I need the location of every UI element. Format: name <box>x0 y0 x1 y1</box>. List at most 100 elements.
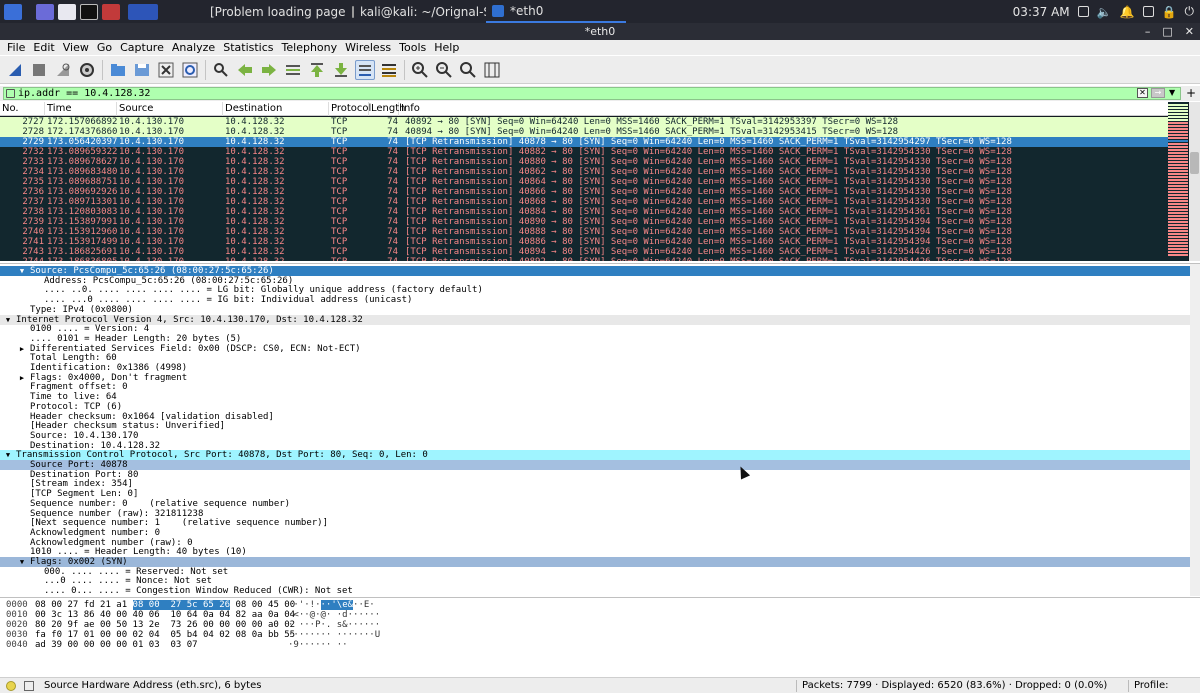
column-source[interactable]: Source <box>117 102 223 116</box>
detail-row[interactable]: 0100 .... = Version: 4 <box>0 324 1190 334</box>
hex-ascii[interactable]: ·9······ ·· <box>288 640 348 650</box>
clear-filter-button[interactable]: ✕ <box>1137 88 1148 98</box>
packet-row[interactable]: 2732 173.089659322 10.4.130.170 10.4.128.32… <box>0 147 1168 157</box>
task-firefox[interactable]: [Problem loading page - ... <box>198 0 346 23</box>
packet-row[interactable]: 2735 173.089688751 10.4.130.170 10.4.128.32… <box>0 177 1168 187</box>
menu-statistics[interactable]: Statistics <box>219 41 277 54</box>
hex-bytes[interactable]: 00 3c 13 86 40 00 40 06 10 64 0a 04 82 a… <box>35 610 295 620</box>
hex-bytes[interactable]: 08 00 27 fd 21 a1 08 00 27 5c 65 26 08 0… <box>35 600 295 610</box>
packet-row[interactable]: 2737 173.089713301 10.4.130.170 10.4.128.32… <box>0 197 1168 207</box>
task-wireshark[interactable]: *eth0 <box>486 0 626 23</box>
detail-row[interactable]: Source Port: 40878 <box>0 460 1190 470</box>
detail-row[interactable]: Fragment offset: 0 <box>0 382 1190 392</box>
packet-minimap[interactable] <box>1168 102 1188 261</box>
detail-row[interactable]: Destination: 10.4.128.32 <box>0 441 1190 451</box>
colorize-icon[interactable] <box>379 60 399 80</box>
capture-comment-icon[interactable] <box>24 681 34 691</box>
hex-bytes[interactable]: ad 39 00 00 00 00 01 03 03 07 <box>35 640 198 650</box>
menu-file[interactable]: File <box>3 41 29 54</box>
lock-icon[interactable]: 🔒 <box>1162 5 1177 19</box>
maximize-button[interactable]: □ <box>1162 23 1172 40</box>
detail-row[interactable]: Acknowledgment number: 0 <box>0 528 1190 538</box>
detail-row[interactable]: Sequence number: 0 (relative sequence nu… <box>0 499 1190 509</box>
detail-row[interactable]: Protocol: TCP (6) <box>0 402 1190 412</box>
column-protocol[interactable]: Protocol <box>329 102 371 116</box>
clock[interactable]: 03:37 AM <box>1013 5 1070 19</box>
resize-columns-icon[interactable] <box>482 60 502 80</box>
app-launcher-icon[interactable] <box>102 3 120 20</box>
close-button[interactable]: ✕ <box>1185 23 1194 40</box>
minimize-button[interactable]: – <box>1145 23 1151 40</box>
packet-row[interactable]: 2727 172.157066892 10.4.130.170 10.4.128.32… <box>0 117 1168 127</box>
status-profile[interactable]: Profile: Default <box>1134 678 1200 693</box>
detail-row[interactable]: [Next sequence number: 1 (relative seque… <box>0 518 1190 528</box>
expand-down-icon[interactable]: ▼ <box>18 557 26 567</box>
packet-row[interactable]: 2736 173.089692926 10.4.130.170 10.4.128.32… <box>0 187 1168 197</box>
packet-row[interactable]: 2743 173.186825691 10.4.130.170 10.4.128.32… <box>0 247 1168 257</box>
detail-row[interactable]: ▼ Transmission Control Protocol, Src Port… <box>0 450 1190 461</box>
reload-file-icon[interactable] <box>180 60 200 80</box>
terminal-launcher-icon[interactable] <box>80 3 98 20</box>
find-packet-icon[interactable] <box>211 60 231 80</box>
close-file-icon[interactable] <box>156 60 176 80</box>
detail-row[interactable]: Identification: 0x1386 (4998) <box>0 363 1190 373</box>
hex-bytes[interactable]: fa f0 17 01 00 00 02 04 05 b4 04 02 08 0… <box>35 630 295 640</box>
menu-capture[interactable]: Capture <box>116 41 168 54</box>
packet-row[interactable]: 2733 173.089678627 10.4.130.170 10.4.128.32… <box>0 157 1168 167</box>
packet-details[interactable]: ▼ Source: PcsCompu_5c:65:26 (08:00:27:5c:… <box>0 263 1200 596</box>
apply-filter-button[interactable]: → <box>1151 88 1165 98</box>
expand-down-icon[interactable]: ▼ <box>4 315 12 325</box>
column-no[interactable]: No. <box>0 102 45 116</box>
packet-row[interactable]: 2740 173.153912960 10.4.130.170 10.4.128.32… <box>0 227 1168 237</box>
packet-row[interactable]: 2729 173.056420397 10.4.130.170 10.4.128.32… <box>0 137 1168 147</box>
task-terminal[interactable]: kali@kali: ~/Orignal-Slo... <box>346 0 486 23</box>
menu-tools[interactable]: Tools <box>395 41 430 54</box>
go-back-icon[interactable] <box>235 60 255 80</box>
display-icon[interactable] <box>1077 6 1089 17</box>
menu-view[interactable]: View <box>59 41 93 54</box>
autoscroll-icon[interactable] <box>355 59 375 80</box>
expand-down-icon[interactable]: ▼ <box>4 450 12 460</box>
bookmark-icon[interactable] <box>6 89 15 98</box>
detail-row[interactable]: Acknowledgment number (raw): 0 <box>0 538 1190 548</box>
packet-list-scrollbar[interactable] <box>1189 102 1200 261</box>
wireshark-launcher-icon[interactable] <box>128 3 158 20</box>
detail-row[interactable]: Header checksum: 0x1064 [validation disa… <box>0 412 1190 422</box>
detail-row[interactable]: ...0 .... .... = Nonce: Not set <box>0 576 1190 586</box>
window-titlebar[interactable]: *eth0 – □ ✕ <box>0 23 1200 40</box>
restart-capture-icon[interactable] <box>53 60 73 80</box>
detail-row[interactable]: .... ...0 .... .... .... .... = IG bit: … <box>0 295 1190 305</box>
expand-right-icon[interactable]: ▶ <box>18 344 26 354</box>
menu-analyze[interactable]: Analyze <box>168 41 219 54</box>
menu-go[interactable]: Go <box>93 41 116 54</box>
notification-icon[interactable]: 🔔 <box>1120 5 1135 19</box>
packet-list[interactable]: No. Time Source Destination Protocol Len… <box>0 102 1200 261</box>
go-last-icon[interactable] <box>331 60 351 80</box>
battery-icon[interactable] <box>1142 6 1154 17</box>
column-length[interactable]: Length <box>369 102 406 116</box>
column-destination[interactable]: Destination <box>223 102 329 116</box>
detail-row[interactable]: Address: PcsCompu_5c:65:26 (08:00:27:5c:… <box>0 276 1190 286</box>
detail-row[interactable]: Total Length: 60 <box>0 353 1190 363</box>
expand-down-icon[interactable]: ▼ <box>18 266 26 276</box>
open-file-icon[interactable] <box>108 60 128 80</box>
menu-help[interactable]: Help <box>430 41 463 54</box>
detail-row[interactable]: ▶ Differentiated Services Field: 0x00 (DS… <box>0 344 1190 354</box>
packet-list-scroll-thumb[interactable] <box>1190 152 1199 174</box>
detail-row[interactable]: .... 0... .... = Congestion Window Reduc… <box>0 586 1190 596</box>
detail-row[interactable]: Time to live: 64 <box>0 392 1190 402</box>
detail-row[interactable]: .... 0101 = Header Length: 20 bytes (5) <box>0 334 1190 344</box>
packet-row[interactable]: 2738 173.120803083 10.4.130.170 10.4.128.32… <box>0 207 1168 217</box>
detail-row[interactable]: ▼ Internet Protocol Version 4, Src: 10.4.… <box>0 314 1190 325</box>
hex-ascii[interactable]: ·<··@·@· ·d······ <box>288 610 380 620</box>
hex-ascii[interactable]: · ···P·. s&······ <box>288 620 380 630</box>
packet-details-scrollbar[interactable] <box>1190 264 1200 596</box>
packet-bytes[interactable]: 0000 08 00 27 fd 21 a1 08 00 27 5c 65 26 … <box>0 597 1200 675</box>
hex-ascii[interactable]: ··'·!···'\e&··E· <box>288 600 375 610</box>
detail-row[interactable]: 000. .... .... = Reserved: Not set <box>0 567 1190 577</box>
detail-row[interactable]: ▶ Flags: 0x4000, Don't fragment <box>0 373 1190 383</box>
menu-wireless[interactable]: Wireless <box>341 41 395 54</box>
detail-row[interactable]: .... ..0. .... .... .... .... = LG bit: … <box>0 285 1190 295</box>
packet-row[interactable]: 2734 173.089683480 10.4.130.170 10.4.128.32… <box>0 167 1168 177</box>
go-first-icon[interactable] <box>307 60 327 80</box>
